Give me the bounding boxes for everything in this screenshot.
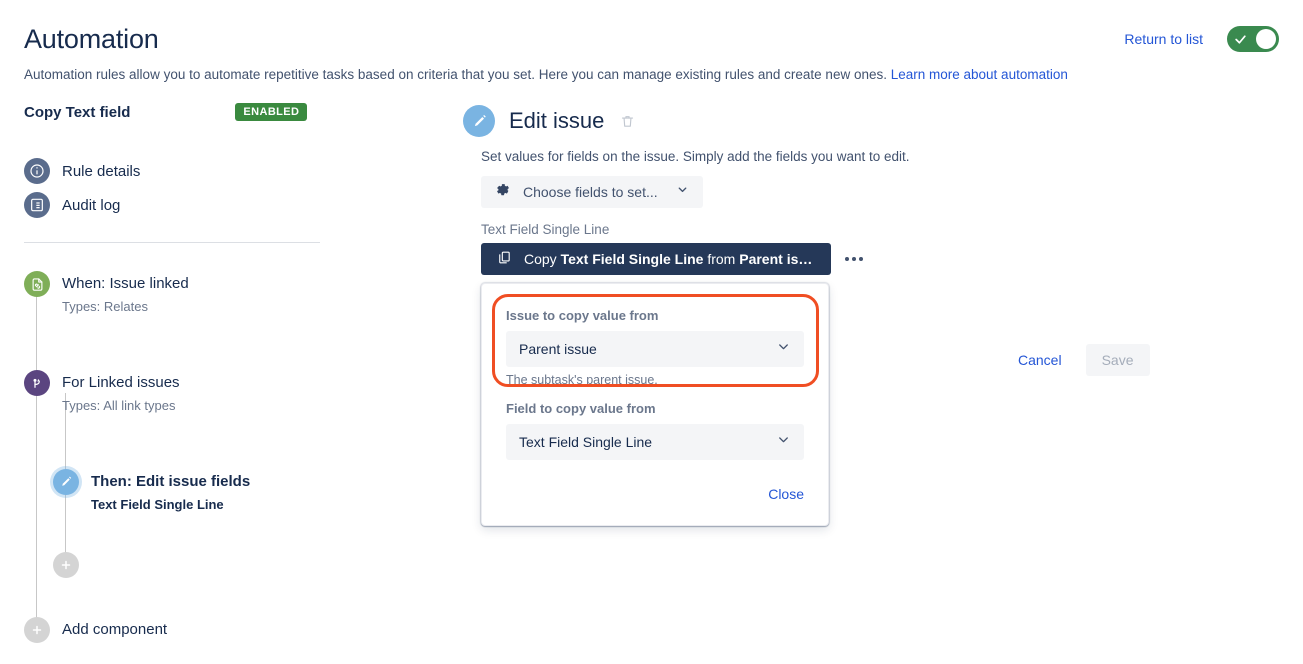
copy-chip-source: Parent is… — [739, 251, 813, 267]
info-circle-icon — [24, 158, 50, 184]
page-section-title: Edit issue — [509, 108, 605, 133]
sidebar-item-label: Rule details — [62, 162, 141, 180]
save-button[interactable]: Save — [1085, 344, 1150, 376]
issue-linked-icon — [24, 271, 50, 297]
close-popup-button[interactable]: Close — [768, 486, 804, 502]
add-component-button[interactable]: Add component — [24, 617, 167, 643]
rule-tree: When: Issue linked Types: Relates For Li… — [24, 271, 424, 651]
tree-node-for[interactable]: For Linked issues Types: All link types — [24, 370, 180, 413]
copy-chip-field: Text Field Single Line — [560, 251, 704, 267]
chevron-down-icon — [776, 432, 791, 452]
rule-name: Copy Text field — [24, 103, 131, 121]
tree-node-title: Then: Edit issue fields — [91, 473, 251, 490]
more-options-icon[interactable] — [841, 251, 867, 267]
choose-fields-dropdown[interactable]: Choose fields to set... — [481, 176, 703, 208]
issue-to-copy-from-label: Issue to copy value from — [506, 308, 659, 323]
check-icon — [1230, 29, 1250, 49]
add-component-label: Add component — [62, 621, 168, 638]
rule-enabled-toggle[interactable] — [1227, 26, 1279, 52]
sidebar: Copy Text field ENABLED Rule details Aud… — [24, 100, 424, 651]
tree-node-title: When: Issue linked — [62, 275, 189, 292]
sidebar-item-audit-log[interactable]: Audit log — [24, 188, 424, 222]
sidebar-item-label: Audit log — [62, 196, 121, 214]
copy-chip-text: Copy Text Field Single Line from Parent … — [524, 251, 812, 267]
field-to-copy-from-select[interactable]: Text Field Single Line — [506, 424, 804, 460]
rule-header: Copy Text field ENABLED — [24, 100, 424, 124]
automation-page: Automation Return to list Automation rul… — [0, 0, 1303, 664]
field-to-copy-from-label: Field to copy value from — [506, 401, 656, 416]
pencil-icon — [463, 105, 495, 137]
tree-node-subtitle: Types: Relates — [62, 299, 148, 314]
issue-to-copy-from-select[interactable]: Parent issue — [506, 331, 804, 367]
issue-to-copy-from-value: Parent issue — [519, 341, 597, 357]
add-child-component-button[interactable] — [53, 552, 79, 578]
field-label: Text Field Single Line — [481, 222, 610, 237]
copy-chip-mid: from — [703, 251, 740, 267]
popup-body: Issue to copy value from Parent issue Th… — [482, 284, 828, 502]
status-badge: ENABLED — [235, 103, 308, 121]
pencil-icon — [53, 469, 79, 495]
plus-icon — [24, 617, 50, 643]
chevron-down-icon — [776, 339, 791, 359]
popup-footer: Close — [506, 486, 804, 502]
learn-more-link[interactable]: Learn more about automation — [891, 67, 1068, 82]
list-document-icon — [24, 192, 50, 218]
chevron-down-icon — [676, 183, 689, 201]
sidebar-item-rule-details[interactable]: Rule details — [24, 154, 424, 188]
sidebar-divider — [24, 242, 320, 243]
cancel-button[interactable]: Cancel — [1010, 346, 1070, 374]
copy-value-row: Copy Text Field Single Line from Parent … — [481, 243, 1163, 275]
page-description: Automation rules allow you to automate r… — [24, 66, 1068, 84]
page-title: Automation — [24, 24, 159, 54]
section-description: Set values for fields on the issue. Simp… — [481, 149, 910, 164]
field-to-copy-from-value: Text Field Single Line — [519, 434, 653, 450]
branch-icon — [24, 370, 50, 396]
sidebar-nav: Rule details Audit log — [24, 154, 424, 222]
main-panel: Edit issue Set values for fields on the … — [463, 105, 1163, 275]
toggle-knob — [1256, 29, 1276, 49]
copy-chip-prefix: Copy — [524, 251, 561, 267]
field-to-copy-from-group: Field to copy value from Text Field Sing… — [506, 401, 804, 460]
gear-icon — [495, 182, 511, 203]
page-description-text: Automation rules allow you to automate r… — [24, 67, 891, 82]
main-header: Edit issue — [463, 105, 1163, 137]
copy-icon — [497, 250, 512, 268]
trash-icon[interactable] — [620, 114, 635, 129]
tree-node-subtitle: Types: All link types — [62, 398, 176, 413]
tree-node-subtitle: Text Field Single Line — [91, 497, 224, 512]
copy-value-chip[interactable]: Copy Text Field Single Line from Parent … — [481, 243, 831, 275]
issue-to-copy-from-group: Issue to copy value from Parent issue Th… — [506, 308, 804, 387]
issue-to-copy-from-help: The subtask's parent issue. — [506, 373, 658, 387]
tree-rail — [36, 281, 37, 637]
form-actions: Cancel Save — [1010, 344, 1150, 376]
plus-icon — [53, 552, 79, 578]
tree-node-then[interactable]: Then: Edit issue fields Text Field Singl… — [53, 469, 250, 512]
tree-node-when[interactable]: When: Issue linked Types: Relates — [24, 271, 189, 314]
return-to-list-link[interactable]: Return to list — [1124, 31, 1203, 47]
choose-fields-label: Choose fields to set... — [523, 184, 658, 200]
tree-node-title: For Linked issues — [62, 374, 180, 391]
copy-value-popup: Issue to copy value from Parent issue Th… — [481, 283, 829, 526]
